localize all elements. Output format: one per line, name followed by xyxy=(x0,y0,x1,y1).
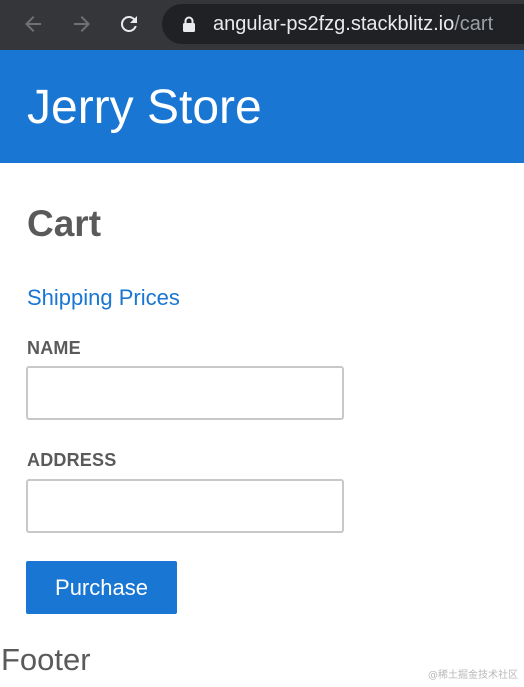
app-header: Jerry Store xyxy=(0,50,524,163)
url-text[interactable]: angular-ps2fzg.stackblitz.io/cart xyxy=(213,13,493,35)
reload-icon xyxy=(120,15,137,32)
name-input[interactable] xyxy=(26,366,344,420)
browser-toolbar: angular-ps2fzg.stackblitz.io/cart xyxy=(0,0,524,50)
address-input[interactable] xyxy=(26,479,344,533)
footer: Footer xyxy=(1,642,91,677)
url-host: angular-ps2fzg.stackblitz.io xyxy=(213,13,455,35)
arrow-right-icon xyxy=(74,16,90,32)
address-label: ADDRESS xyxy=(27,450,117,470)
page-title: Cart xyxy=(27,203,102,244)
name-label: NAME xyxy=(27,338,81,358)
purchase-button[interactable]: Purchase xyxy=(26,561,177,614)
url-path: /cart xyxy=(454,13,494,35)
address-bar[interactable]: angular-ps2fzg.stackblitz.io/cart xyxy=(162,4,524,44)
arrow-left-icon xyxy=(25,16,41,32)
reload-button[interactable] xyxy=(115,10,143,38)
forward-button[interactable] xyxy=(68,10,96,38)
watermark: @稀土掘金技术社区 xyxy=(428,670,518,681)
shipping-prices-link[interactable]: Shipping Prices xyxy=(27,285,180,311)
lock-icon[interactable] xyxy=(182,16,196,32)
store-title[interactable]: Jerry Store xyxy=(27,80,262,136)
back-button[interactable] xyxy=(19,10,47,38)
